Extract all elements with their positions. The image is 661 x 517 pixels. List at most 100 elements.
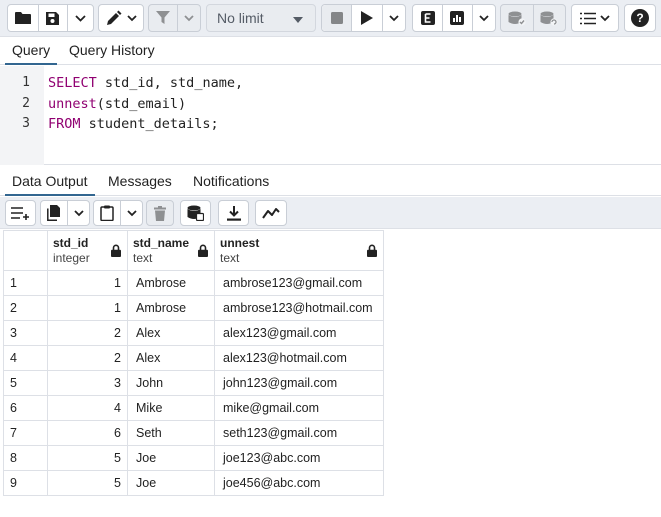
- commit-button[interactable]: [501, 5, 533, 31]
- table-row[interactable]: 5 3 John john123@gmail.com: [3, 370, 384, 396]
- table-cell[interactable]: john123@gmail.com: [214, 370, 384, 396]
- edit-button-group[interactable]: [98, 4, 144, 32]
- tab-notifications[interactable]: Notifications: [186, 168, 276, 196]
- line-chart-icon: [262, 208, 280, 219]
- table-cell[interactable]: joe123@abc.com: [214, 445, 384, 471]
- table-cell[interactable]: mike@gmail.com: [214, 395, 384, 421]
- table-row[interactable]: 6 4 Mike mike@gmail.com: [3, 395, 384, 421]
- table-cell[interactable]: 5: [47, 445, 128, 471]
- tab-query-history[interactable]: Query History: [62, 37, 162, 65]
- query-tabs: Query Query History: [0, 37, 661, 65]
- filter-button[interactable]: [149, 5, 177, 31]
- save-options-dropdown[interactable]: [67, 5, 93, 31]
- row-number-header[interactable]: [3, 230, 48, 271]
- copy-options-dropdown[interactable]: [67, 201, 89, 225]
- table-cell[interactable]: John: [127, 370, 215, 396]
- table-cell[interactable]: 5: [47, 470, 128, 496]
- explain-options-dropdown[interactable]: [471, 5, 495, 31]
- save-file-button[interactable]: [37, 5, 68, 31]
- table-row[interactable]: 3 2 Alex alex123@gmail.com: [3, 320, 384, 346]
- open-file-button[interactable]: [8, 5, 38, 31]
- save-data-button[interactable]: [180, 200, 211, 226]
- table-cell[interactable]: 2: [47, 345, 128, 371]
- macros-menu-button[interactable]: [572, 5, 618, 31]
- tab-messages[interactable]: Messages: [101, 168, 179, 196]
- add-row-button[interactable]: [5, 200, 36, 226]
- help-button[interactable]: ?: [624, 4, 656, 32]
- chevron-down-icon: [600, 14, 610, 21]
- table-cell[interactable]: 1: [47, 295, 128, 321]
- sql-keyword: FROM: [48, 116, 81, 132]
- row-limit-select[interactable]: No limit: [206, 4, 316, 32]
- table-cell[interactable]: 4: [47, 395, 128, 421]
- sql-editor[interactable]: 1 SELECT std_id, std_name, 2 unnest(std_ema…: [0, 66, 661, 165]
- chevron-down-icon: [389, 14, 399, 21]
- table-cell[interactable]: Alex: [127, 320, 215, 346]
- table-cell[interactable]: Ambrose: [127, 295, 215, 321]
- output-tabs: Data Output Messages Notifications: [0, 167, 661, 196]
- row-number[interactable]: 3: [3, 320, 48, 346]
- transaction-button-group: [500, 4, 566, 32]
- download-icon: [226, 205, 241, 221]
- row-number[interactable]: 6: [3, 395, 48, 421]
- download-button[interactable]: [218, 200, 249, 226]
- execute-options-dropdown[interactable]: [381, 5, 405, 31]
- table-row[interactable]: 4 2 Alex alex123@hotmail.com: [3, 345, 384, 371]
- code-text: std_id, std_name,: [96, 75, 244, 91]
- column-type: text: [220, 250, 240, 265]
- tab-data-output[interactable]: Data Output: [5, 168, 95, 196]
- table-row[interactable]: 9 5 Joe joe456@abc.com: [3, 470, 384, 496]
- explain-analyze-icon: [450, 11, 465, 25]
- column-header-unnest[interactable]: unnest text: [214, 230, 384, 271]
- chevron-down-icon: [126, 14, 137, 21]
- table-cell[interactable]: ambrose123@hotmail.com: [214, 295, 384, 321]
- paste-icon: [100, 205, 114, 221]
- explain-button-group: [412, 4, 496, 32]
- line-number: 3: [22, 116, 30, 131]
- row-number[interactable]: 8: [3, 445, 48, 471]
- stop-query-button[interactable]: [322, 5, 352, 31]
- explain-analyze-button[interactable]: [442, 5, 471, 31]
- column-header-std-name[interactable]: std_name text: [127, 230, 215, 271]
- table-cell[interactable]: 6: [47, 420, 128, 446]
- macros-button-group[interactable]: [571, 4, 619, 32]
- table-cell[interactable]: seth123@gmail.com: [214, 420, 384, 446]
- filter-options-dropdown[interactable]: [176, 5, 200, 31]
- paste-options-dropdown[interactable]: [120, 201, 142, 225]
- row-number[interactable]: 4: [3, 345, 48, 371]
- table-cell[interactable]: Seth: [127, 420, 215, 446]
- table-cell[interactable]: Alex: [127, 345, 215, 371]
- table-cell[interactable]: Joe: [127, 445, 215, 471]
- tab-query[interactable]: Query: [5, 37, 58, 65]
- table-cell[interactable]: alex123@hotmail.com: [214, 345, 384, 371]
- play-icon: [360, 11, 373, 25]
- copy-button[interactable]: [41, 201, 67, 225]
- paste-button[interactable]: [94, 201, 120, 225]
- table-row[interactable]: 8 5 Joe joe123@abc.com: [3, 445, 384, 471]
- table-cell[interactable]: joe456@abc.com: [214, 470, 384, 496]
- column-header-std-id[interactable]: std_id integer: [47, 230, 128, 271]
- row-number[interactable]: 2: [3, 295, 48, 321]
- table-cell[interactable]: Mike: [127, 395, 215, 421]
- delete-row-button[interactable]: [146, 200, 174, 226]
- table-row[interactable]: 2 1 Ambrose ambrose123@hotmail.com: [3, 295, 384, 321]
- row-number[interactable]: 9: [3, 470, 48, 496]
- edit-menu-button[interactable]: [99, 5, 143, 31]
- table-row[interactable]: 7 6 Seth seth123@gmail.com: [3, 420, 384, 446]
- execute-query-button[interactable]: [351, 5, 381, 31]
- explain-button[interactable]: [413, 5, 442, 31]
- table-cell[interactable]: 3: [47, 370, 128, 396]
- filter-icon: [155, 11, 170, 24]
- table-cell[interactable]: Joe: [127, 470, 215, 496]
- table-cell[interactable]: Ambrose: [127, 270, 215, 296]
- table-cell[interactable]: ambrose123@gmail.com: [214, 270, 384, 296]
- table-cell[interactable]: 2: [47, 320, 128, 346]
- row-number[interactable]: 5: [3, 370, 48, 396]
- rollback-button[interactable]: [532, 5, 565, 31]
- table-row[interactable]: 1 1 Ambrose ambrose123@gmail.com: [3, 270, 384, 296]
- graph-visualiser-button[interactable]: [255, 200, 287, 226]
- row-number[interactable]: 7: [3, 420, 48, 446]
- row-number[interactable]: 1: [3, 270, 48, 296]
- table-cell[interactable]: 1: [47, 270, 128, 296]
- table-cell[interactable]: alex123@gmail.com: [214, 320, 384, 346]
